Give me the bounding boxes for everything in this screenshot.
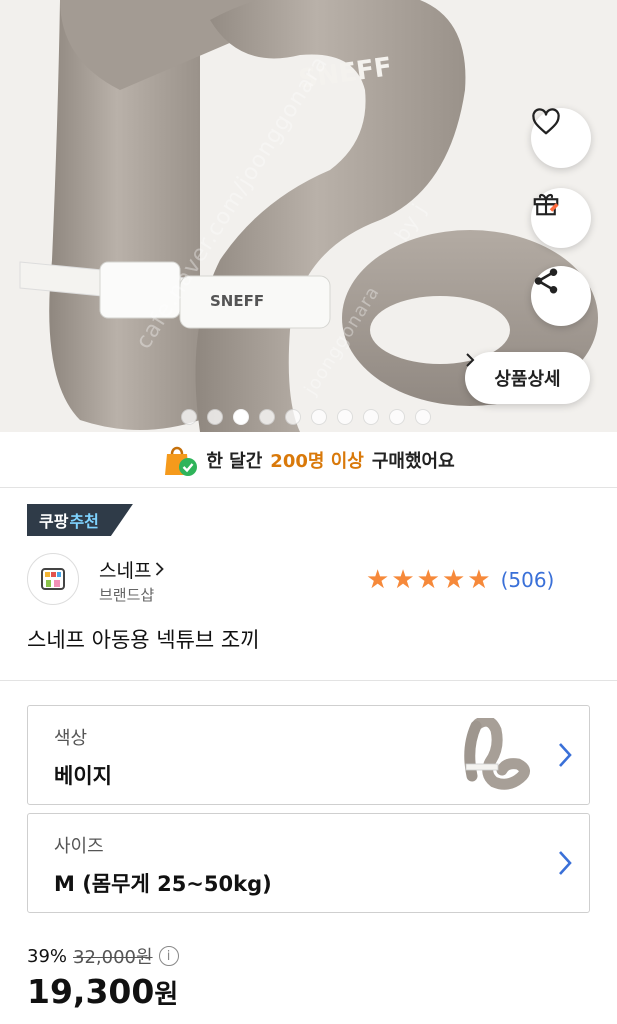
banner-prefix: 한 달간 <box>206 451 263 472</box>
color-option-value: 베이지 <box>54 764 112 788</box>
star-icon: ★ <box>391 565 415 595</box>
chevron-right-icon <box>559 851 572 875</box>
share-button[interactable] <box>531 266 591 326</box>
chevron-right-icon <box>466 353 475 367</box>
star-icon: ★ <box>441 565 466 595</box>
star-icon: ★ <box>416 565 440 595</box>
product-image-carousel[interactable]: SNEFF SNEFF cafe.naver.com/joonggonara b… <box>0 0 617 432</box>
color-thumbnail <box>464 718 530 790</box>
rating[interactable]: ★ ★ ★ ★ ★ (506) <box>366 567 554 593</box>
info-icon[interactable]: i <box>158 946 179 966</box>
heart-icon <box>532 108 560 135</box>
size-option-value: M (몸무게 25~50kg) <box>54 872 272 896</box>
original-price: 32,000원 <box>73 947 153 968</box>
chevron-right-icon <box>156 562 165 576</box>
badge-part-1: 쿠팡 <box>39 512 69 531</box>
carousel-dot[interactable] <box>285 409 301 425</box>
carousel-dot[interactable] <box>337 409 353 425</box>
chevron-right-icon <box>559 743 572 767</box>
product-detail-label: 상품상세 <box>494 369 561 390</box>
color-option-label: 색상 <box>54 728 88 749</box>
carousel-dot[interactable] <box>311 409 327 425</box>
svg-text:SNEFF: SNEFF <box>210 292 264 310</box>
sale-price-value: 19,300 <box>27 972 155 1011</box>
brand-name: 스네프 <box>99 560 152 582</box>
carousel-dot[interactable] <box>363 409 379 425</box>
sale-price: 19,300원 <box>27 972 178 1011</box>
carousel-dot[interactable] <box>415 409 431 425</box>
purchase-count-banner: 한 달간 200명 이상 구매했어요 <box>0 438 617 482</box>
star-icon: ★ <box>366 565 390 595</box>
star-icon: ★ <box>467 565 491 595</box>
discount-row: 39% 32,000원 i <box>27 943 179 969</box>
price-unit: 원 <box>154 980 179 1010</box>
carousel-dot[interactable] <box>259 409 275 425</box>
discount-rate: 39% <box>27 945 68 967</box>
gift-button[interactable] <box>531 188 591 248</box>
product-detail-button[interactable]: 상품상세 <box>465 352 590 404</box>
divider <box>0 680 617 681</box>
brand-logo[interactable] <box>27 553 79 605</box>
banner-suffix: 구매했어요 <box>371 451 455 472</box>
banner-highlight: 200명 이상 <box>270 451 364 472</box>
carousel-dot[interactable] <box>207 409 223 425</box>
shopping-bag-check-icon <box>165 446 198 476</box>
store-icon <box>41 568 65 590</box>
size-option-label: 사이즈 <box>54 836 104 857</box>
badge-part-2: 추천 <box>69 512 99 531</box>
size-option-selector[interactable]: 사이즈 M (몸무게 25~50kg) <box>27 813 590 913</box>
product-title: 스네프 아동용 넥튜브 조끼 <box>27 628 260 652</box>
wishlist-button[interactable] <box>531 108 591 168</box>
share-icon <box>534 268 558 294</box>
brand-shop-link[interactable]: 스네프 <box>99 556 165 583</box>
carousel-dot[interactable] <box>181 409 197 425</box>
carousel-dot[interactable] <box>389 409 405 425</box>
review-count[interactable]: (506) <box>501 568 555 592</box>
carousel-dot[interactable] <box>233 409 249 425</box>
color-option-selector[interactable]: 색상 베이지 <box>27 705 590 805</box>
gift-icon <box>533 193 559 216</box>
divider <box>0 487 617 488</box>
brand-subtitle: 브랜드샵 <box>99 586 155 604</box>
coupang-recommend-badge: 쿠팡 추천 <box>27 504 133 536</box>
carousel-indicator[interactable] <box>181 409 431 425</box>
